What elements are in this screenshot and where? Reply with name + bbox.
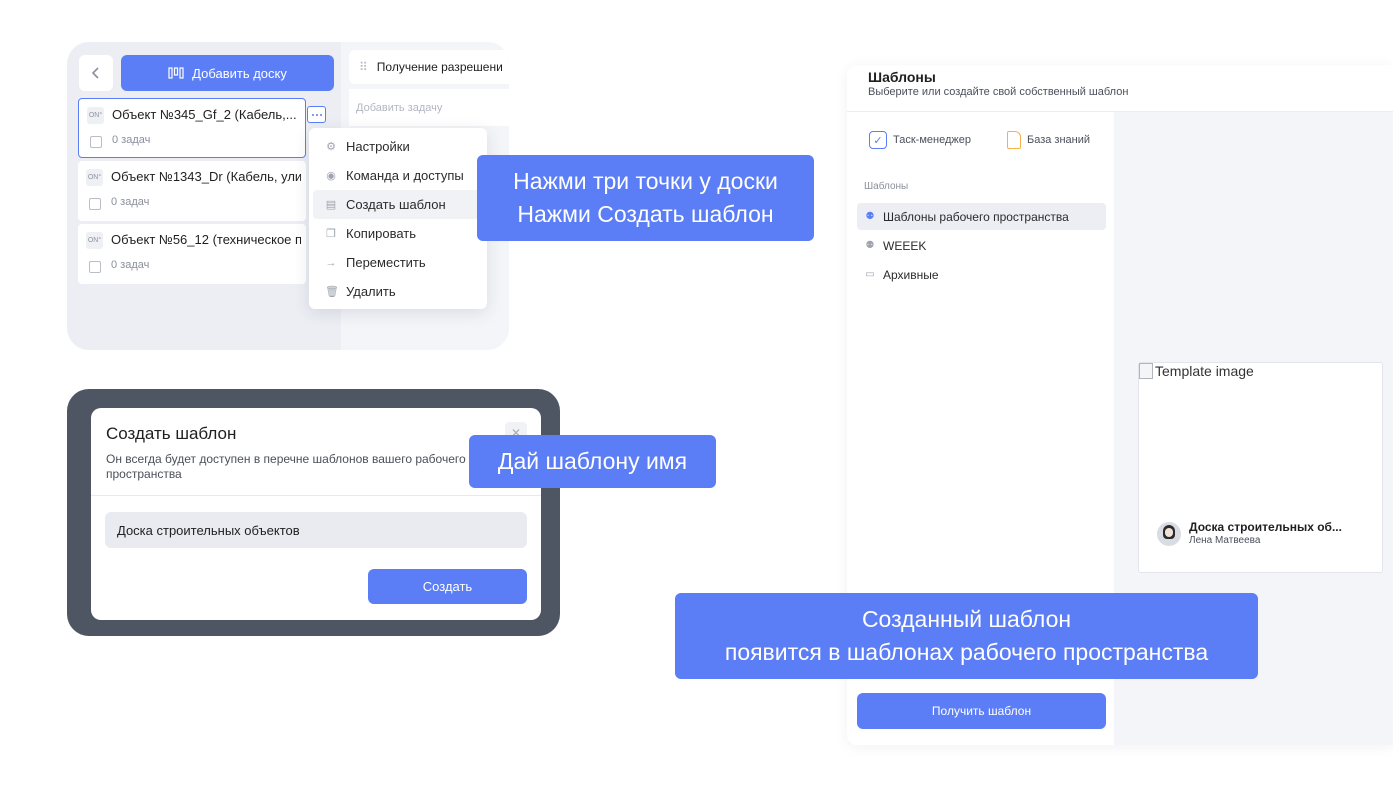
- board-title: Объект №1343_Dr (Кабель, ули: [111, 169, 301, 184]
- avatar-face: [1165, 528, 1173, 537]
- board-icon: [168, 67, 184, 79]
- template-name-input[interactable]: [105, 512, 527, 548]
- dialog-description: Он всегда будет доступен в перечне шабло…: [106, 452, 466, 481]
- dialog-title: Создать шаблон: [106, 424, 237, 443]
- drag-handle-icon[interactable]: ⠿: [359, 60, 368, 74]
- callout-line: появится в шаблонах рабочего пространств…: [724, 639, 1209, 665]
- templates-subtitle: Выберите или создайте свой собственный ш…: [868, 86, 1129, 98]
- board-avatar-icon: ON°: [86, 169, 103, 186]
- create-button[interactable]: Создать: [368, 569, 527, 604]
- sidebar-heading: Шаблоны: [864, 181, 909, 192]
- board-task-count: 0 задач: [112, 134, 151, 146]
- tab-label: База знаний: [1027, 134, 1091, 146]
- board-avatar-icon: ON°: [86, 232, 103, 249]
- board-card[interactable]: ON° Объект №56_12 (техническое п 0 задач: [78, 224, 306, 284]
- trash-icon: 🗑: [325, 286, 339, 298]
- menu-item-team-access[interactable]: ◉ Команда и доступы: [313, 161, 483, 190]
- templates-header: Шаблоны Выберите или создайте свой собст…: [847, 65, 1393, 112]
- callout-line: Созданный шаблон: [861, 606, 1072, 632]
- template-author: Лена Матвеева: [1189, 535, 1261, 546]
- more-dots-icon: [319, 113, 322, 116]
- menu-item-create-template[interactable]: ▤ Создать шаблон: [313, 190, 483, 219]
- sidebar-item-archived[interactable]: ▭ Архивные: [857, 261, 1106, 288]
- menu-item-label: Настройки: [346, 139, 410, 154]
- archive-icon: ▭: [865, 269, 875, 280]
- task-icon: [89, 261, 101, 273]
- template-image-alt: Template image: [1155, 363, 1254, 379]
- callout-step-3: Созданный шаблон появится в шаблонах раб…: [675, 593, 1258, 679]
- templates-title: Шаблоны: [868, 69, 936, 85]
- sidebar-item-label: Архивные: [883, 267, 939, 282]
- tab-task-manager[interactable]: ✓ Таск-менеджер: [869, 131, 971, 149]
- menu-item-label: Удалить: [346, 284, 396, 299]
- task-icon: [90, 136, 102, 148]
- menu-item-label: Переместить: [346, 255, 426, 270]
- copy-icon: ❐: [326, 228, 336, 240]
- callout-step-2: Дай шаблону имя: [469, 435, 716, 488]
- more-dots-icon: [315, 113, 318, 116]
- column-title: Получение разрешени: [376, 60, 503, 74]
- menu-item-delete[interactable]: 🗑 Удалить: [313, 277, 483, 306]
- users-icon: ⚉: [865, 240, 875, 251]
- sidebar-item-workspace-templates[interactable]: ⚉ Шаблоны рабочего пространства: [857, 203, 1106, 230]
- template-image: Template image: [1139, 363, 1254, 379]
- board-more-button[interactable]: [307, 106, 326, 123]
- task-icon: [89, 198, 101, 210]
- gear-icon: ⚙: [326, 141, 336, 153]
- menu-item-move[interactable]: → Переместить: [313, 248, 483, 277]
- board-card[interactable]: ON° Объект №345_Gf_2 (Кабель,... 0 задач: [78, 98, 306, 158]
- add-task-input[interactable]: Добавить задачу: [349, 89, 509, 126]
- board-title: Объект №56_12 (техническое п: [111, 232, 301, 247]
- board-avatar-icon: ON°: [87, 107, 104, 124]
- broken-image-icon: [1139, 363, 1153, 379]
- menu-item-copy[interactable]: ❐ Копировать: [313, 219, 483, 248]
- sidebar-item-label: WEEEK: [883, 238, 927, 253]
- board-task-count: 0 задач: [111, 259, 150, 271]
- dialog-backdrop: Создать шаблон ✕ Он всегда будет доступе…: [67, 389, 560, 636]
- avatar: [1157, 522, 1181, 546]
- sidebar-item-weeek[interactable]: ⚉ WEEEK: [857, 232, 1106, 259]
- board-title: Объект №345_Gf_2 (Кабель,...: [112, 107, 297, 122]
- document-icon: [1007, 131, 1021, 149]
- get-template-button[interactable]: Получить шаблон: [857, 693, 1106, 729]
- menu-item-label: Копировать: [346, 226, 416, 241]
- eye-icon: ◉: [326, 170, 336, 182]
- template-card[interactable]: Template image Доска строительных об... …: [1138, 362, 1383, 573]
- menu-item-label: Создать шаблон: [346, 197, 446, 212]
- sidebar-item-label: Шаблоны рабочего пространства: [883, 209, 1069, 224]
- menu-item-label: Команда и доступы: [346, 168, 464, 183]
- tab-label: Таск-менеджер: [893, 134, 971, 146]
- template-name: Доска строительных об...: [1189, 520, 1342, 534]
- more-dots-icon: [311, 113, 314, 116]
- callout-line: Нажми три точки у доски: [513, 168, 778, 194]
- board-context-menu: ⚙ Настройки ◉ Команда и доступы ▤ Создат…: [309, 128, 487, 309]
- column-header[interactable]: ⠿ Получение разрешени: [349, 50, 509, 84]
- chevron-left-icon: [91, 67, 99, 79]
- divider: [91, 495, 541, 496]
- back-button[interactable]: [79, 55, 113, 91]
- add-board-label: Добавить доску: [192, 65, 287, 81]
- board-card[interactable]: ON° Объект №1343_Dr (Кабель, ули 0 задач: [78, 161, 306, 221]
- callout-line: Дай шаблону имя: [497, 448, 688, 474]
- callout-line: Нажми Создать шаблон: [517, 201, 774, 227]
- users-icon: ⚉: [865, 211, 875, 222]
- arrow-right-icon: →: [325, 256, 337, 269]
- check-square-icon: ✓: [869, 131, 887, 149]
- add-board-button[interactable]: Добавить доску: [121, 55, 334, 91]
- tab-knowledge-base[interactable]: База знаний: [1007, 131, 1090, 149]
- callout-step-1: Нажми три точки у доски Нажми Создать ша…: [477, 155, 814, 241]
- template-icon: ▤: [325, 199, 337, 211]
- board-task-count: 0 задач: [111, 196, 150, 208]
- menu-item-settings[interactable]: ⚙ Настройки: [313, 132, 483, 161]
